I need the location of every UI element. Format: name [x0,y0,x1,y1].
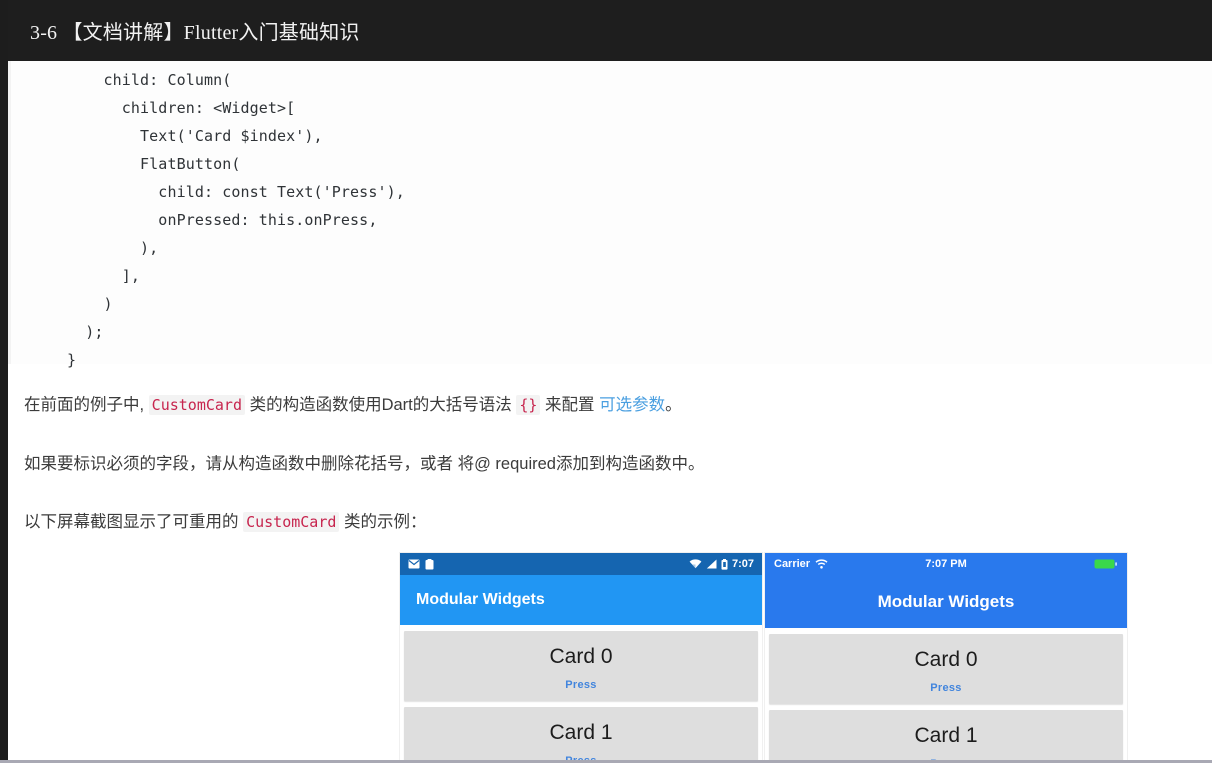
paragraph-2-text: 如果要标识必须的字段，请从构造函数中删除花括号，或者 将@ required添加… [24,455,705,473]
android-app-bar: Modular Widgets [400,575,762,625]
paragraph-1-text-b: 类的构造函数使用Dart的大括号语法 [244,396,517,414]
card-item[interactable]: Card 1 Press [404,707,758,763]
card-title: Card 1 [549,721,613,744]
paragraph-2: 如果要标识必须的字段，请从构造函数中删除花括号，或者 将@ required添加… [24,451,704,477]
wifi-icon [815,559,828,569]
ios-carrier-label: Carrier [774,558,811,570]
battery-icon [721,558,728,570]
card-title: Card 0 [914,648,978,671]
page-title: 3-6 【文档讲解】Flutter入门基础知识 [30,22,360,44]
ios-screenshot: Carrier 7:07 PM Modular Widgets Card 0 P… [765,553,1127,763]
android-screenshot: 7:07 Modular Widgets Card 0 Press Card 1… [400,553,762,763]
battery-icon [1094,559,1118,569]
card-item[interactable]: Card 0 Press [769,634,1123,704]
press-button[interactable]: Press [404,679,758,691]
paragraph-1: 在前面的例子中, CustomCard 类的构造函数使用Dart的大括号语法 {… [24,392,682,418]
android-card-list: Card 0 Press Card 1 Press [400,625,762,763]
inline-code-customcard-2: CustomCard [243,512,340,532]
android-status-bar: 7:07 [400,553,762,575]
ios-app-bar: Modular Widgets [765,575,1127,628]
wifi-icon [689,559,702,569]
screenshot-pair: 7:07 Modular Widgets Card 0 Press Card 1… [400,553,1130,763]
optional-parameters-link[interactable]: 可选参数 [599,396,665,414]
paragraph-1-text-c: 来配置 [540,396,600,414]
paragraph-3: 以下屏幕截图显示了可重用的 CustomCard 类的示例： [24,509,427,535]
android-app-bar-title: Modular Widgets [416,591,545,608]
mail-icon [408,559,420,569]
page-header: 3-6 【文档讲解】Flutter入门基础知识 [0,0,1212,61]
paragraph-1-text-a: 在前面的例子中, [24,396,149,414]
code-block-text: child: Column( children: <Widget>[ Text(… [67,71,405,369]
ios-status-bar: Carrier 7:07 PM [765,553,1127,575]
press-button[interactable]: Press [769,682,1123,694]
paragraph-3-text-b: 类的示例： [339,513,427,531]
paragraph-3-text-a: 以下屏幕截图显示了可重用的 [24,513,244,531]
inline-code-customcard-1: CustomCard [148,395,245,415]
android-status-time: 7:07 [731,558,754,570]
card-title: Card 0 [549,645,613,668]
card-item[interactable]: Card 0 Press [404,631,758,701]
document-body: child: Column( children: <Widget>[ Text(… [8,61,1212,763]
signal-icon [706,559,717,569]
code-block: child: Column( children: <Widget>[ Text(… [8,61,1212,369]
paragraph-1-text-d: 。 [665,396,682,414]
inline-code-braces: {} [516,395,541,415]
ios-card-list: Card 0 Press Card 1 Press [765,628,1127,763]
left-rail [0,0,8,763]
card-item[interactable]: Card 1 Press [769,710,1123,763]
card-title: Card 1 [914,724,978,747]
ios-app-bar-title: Modular Widgets [877,591,1015,611]
clipboard-icon [425,558,434,570]
